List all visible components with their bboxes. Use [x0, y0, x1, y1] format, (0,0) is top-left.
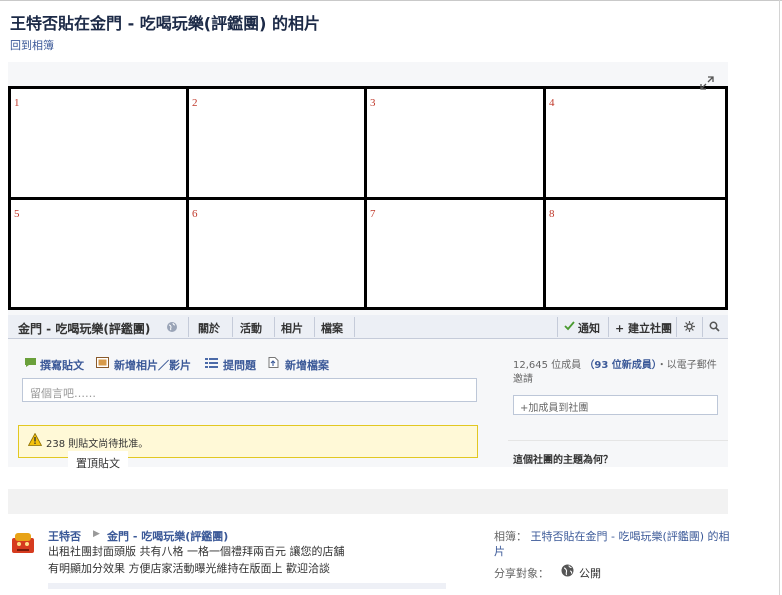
grid-number: 8 [549, 208, 555, 220]
post-actions-strip [48, 583, 446, 589]
arrow-right-icon: ▶ [93, 529, 100, 539]
grid-cell-7: 7 [364, 197, 546, 310]
post-body-line-1: 出租社團封面頭版 共有八格 一格一個禮拜兩百元 讓您的店舖 [48, 545, 345, 558]
new-members-text: （93 位新成員） [584, 360, 657, 371]
write-post-tab: 撰寫貼文 [40, 359, 84, 372]
question-list-icon [205, 358, 218, 368]
album-info: 相簿： 王特否貼在金門 - 吃喝玩樂(評鑑團) 的相片 [494, 529, 734, 559]
divider [702, 317, 703, 337]
divider [232, 317, 233, 337]
globe-icon [167, 322, 177, 332]
group-name: 金門 - 吃喝玩樂(評鑑團) [18, 322, 151, 336]
divider [676, 317, 677, 337]
create-group-label: + 建立社團 [615, 322, 673, 335]
grid-cell-2: 2 [186, 86, 367, 200]
divider [608, 317, 609, 337]
avatar[interactable] [8, 527, 38, 557]
speech-bubble-icon [25, 358, 36, 367]
warning-icon [28, 433, 42, 446]
check-icon [564, 321, 575, 331]
gear-icon [684, 321, 695, 332]
grid-cell-6: 6 [186, 197, 367, 310]
post-body-line-2: 有明顯加分效果 方便店家活動曝光維持在版面上 歡迎洽談 [48, 562, 330, 575]
tab-photos: 相片 [281, 322, 303, 335]
album-link[interactable]: 王特否貼在金門 - 吃喝玩樂(評鑑團) 的相片 [494, 530, 730, 558]
divider [508, 440, 728, 441]
right-border [779, 0, 780, 595]
photo-bottom-strip [8, 489, 728, 514]
group-topic-question: 這個社團的主題為何？ [513, 455, 613, 466]
tab-events: 活動 [240, 322, 262, 335]
back-to-album-link[interactable]: 回到相簿 [10, 37, 54, 53]
file-icon [268, 357, 279, 368]
divider [188, 317, 189, 337]
grid-number: 2 [192, 97, 198, 109]
add-photo-video-tab: 新增相片／影片 [114, 359, 191, 372]
post-author-link[interactable]: 王特否 [48, 528, 81, 544]
add-file-tab: 新增檔案 [285, 359, 329, 372]
grid-cell-8: 8 [543, 197, 728, 310]
grid-cell-3: 3 [364, 86, 546, 200]
divider [274, 317, 275, 337]
divider [314, 317, 315, 337]
tab-files: 檔案 [321, 322, 343, 335]
globe-icon [561, 564, 574, 577]
album-prefix: 相簿： [494, 530, 527, 543]
add-member-placeholder: +加成員到社團 [520, 403, 589, 414]
photo-icon [96, 357, 109, 368]
search-icon [709, 321, 720, 332]
page-title: 王特否貼在金門 - 吃喝玩樂(評鑑團) 的相片 [10, 14, 320, 33]
grid-number: 3 [370, 97, 376, 109]
grid-cell-4: 4 [543, 86, 728, 200]
tab-about: 關於 [198, 322, 220, 335]
divider [354, 317, 355, 337]
grid-cell-1: 1 [8, 86, 189, 200]
notify-label: 通知 [578, 322, 600, 335]
grid-number: 4 [549, 97, 555, 109]
top-border [0, 0, 782, 1]
share-value-public[interactable]: 公開 [579, 565, 601, 581]
grid-number: 5 [14, 208, 20, 220]
write-something-placeholder: 留個言吧…… [30, 387, 96, 400]
pending-posts-text: 238 則貼文尚待批准。 [46, 439, 149, 450]
pinned-posts-label: 置頂貼文 [76, 457, 120, 470]
grid-number: 6 [192, 208, 198, 220]
share-label: 分享對象： [494, 567, 549, 580]
expand-icon[interactable] [700, 76, 714, 90]
grid-number: 1 [14, 97, 20, 109]
divider [557, 317, 558, 337]
post-group-link[interactable]: 金門 - 吃喝玩樂(評鑑團) [107, 528, 228, 544]
grid-number: 7 [370, 208, 376, 220]
member-count: 12,645 位成員 （93 位新成員）・以電子郵件邀請 [513, 359, 723, 387]
member-count-text: 12,645 位成員 [513, 360, 582, 371]
grid-cell-5: 5 [8, 197, 189, 310]
ask-question-tab: 提問題 [223, 359, 256, 372]
